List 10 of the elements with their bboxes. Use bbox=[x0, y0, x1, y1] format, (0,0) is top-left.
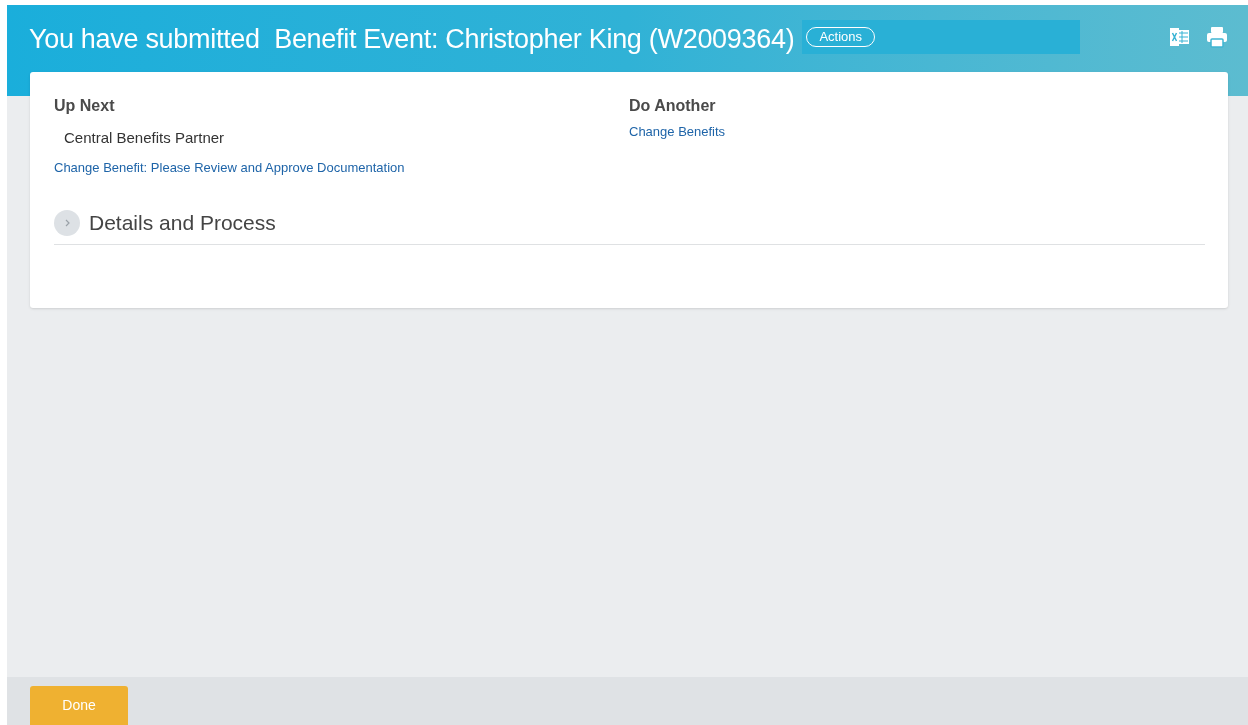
excel-icon[interactable] bbox=[1170, 28, 1190, 46]
chevron-right-icon[interactable] bbox=[54, 210, 80, 236]
task-link[interactable]: Change Benefit: Please Review and Approve Documentation bbox=[54, 160, 629, 176]
print-icon[interactable] bbox=[1206, 26, 1228, 48]
action-link[interactable]: Change Benefits bbox=[629, 124, 726, 140]
assignee-text: Central Benefits Partner bbox=[64, 128, 226, 148]
section-heading: Up Next bbox=[54, 96, 116, 116]
page-title: You have submitted Benefit Event: Christopher King (W2009364) bbox=[29, 23, 795, 56]
section-heading: Do Another bbox=[629, 96, 717, 116]
section-toggle-label[interactable]: Details and Process bbox=[89, 210, 276, 236]
